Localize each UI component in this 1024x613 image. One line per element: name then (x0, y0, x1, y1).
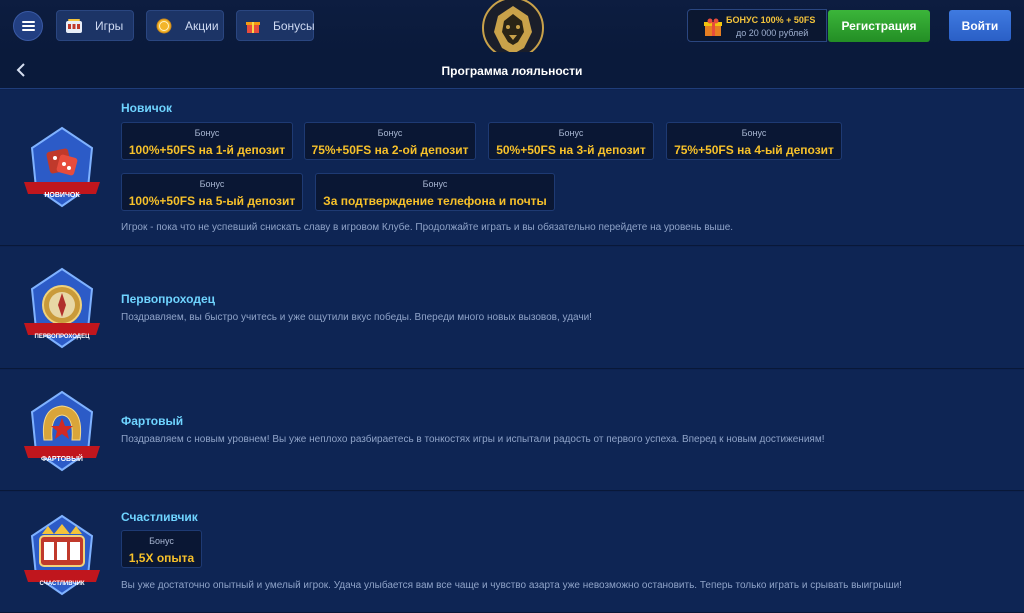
level-description: Поздравляем, вы быстро учитесь и уже ощу… (121, 312, 592, 323)
bonus-card-value: За подтверждение телефона и почты (323, 194, 547, 208)
bonus-card-label: Бонус (377, 128, 403, 138)
bonus-card-label: Бонус (741, 128, 767, 138)
level-name: Новичок (121, 101, 173, 115)
bonus-card: Бонус 100%+50FS на 1-й депозит (121, 122, 293, 160)
bonus-card: Бонус 100%+50FS на 5-ый депозит (121, 173, 303, 211)
gift-icon (245, 17, 261, 35)
bonus-card-value: 75%+50FS на 4-ый депозит (674, 143, 834, 157)
menu-button[interactable] (13, 11, 43, 41)
svg-text:ПЕРВОПРОХОДЕЦ: ПЕРВОПРОХОДЕЦ (35, 334, 91, 340)
bonus-promo-subtitle: до 20 000 рублей (736, 28, 809, 38)
gift-box-icon (702, 16, 724, 38)
nav-games-label: Игры (95, 18, 124, 33)
bonus-card-value: 75%+50FS на 2-ой депозит (311, 143, 469, 157)
bonus-card: Бонус 50%+50FS на 3-й депозит (488, 122, 654, 160)
bonus-card-label: Бонус (422, 179, 448, 189)
bonus-card-label: Бонус (199, 179, 225, 189)
schastlivchik-ribbon-label: СЧАСТЛИВЧИК (39, 581, 84, 587)
nav-promo-label: Акции (185, 18, 219, 33)
level-row-fartovy: ФАРТОВЫЙ Фартовый Поздравляем с новым ур… (0, 370, 1024, 491)
bonus-card: Бонус 75%+50FS на 4-ый депозит (666, 122, 842, 160)
bonus-card-label: Бонус (558, 128, 584, 138)
page-title-bar: Программа лояльности (0, 52, 1024, 89)
bonus-card-value: 100%+50FS на 5-ый депозит (128, 194, 296, 208)
bonus-card-value: 100%+50FS на 1-й депозит (128, 143, 286, 157)
bonus-card-value: 50%+50FS на 3-й депозит (496, 143, 646, 157)
bonus-card-label: Бонус (194, 128, 220, 138)
slot-machine-icon (65, 17, 83, 35)
page-title: Программа лояльности (441, 64, 583, 78)
coin-icon (155, 17, 173, 35)
hamburger-icon (21, 21, 35, 31)
level-name: Фартовый (121, 414, 184, 428)
level-description: Игрок - пока что не успевший снискать сл… (121, 222, 734, 233)
nav-promo-button[interactable]: Акции (146, 10, 224, 41)
nav-games-button[interactable]: Игры (56, 10, 134, 41)
level-name: Первопроходец (121, 292, 216, 306)
svg-text:СЧАСТЛИВЧИК: СЧАСТЛИВЧИК (39, 581, 84, 587)
level-description: Поздравляем с новым уровнем! Вы уже непл… (121, 434, 825, 445)
bonus-promo-title: БОНУС 100% + 50FS (726, 15, 816, 25)
bonus-card: Бонус 1,5X опыта (121, 530, 202, 568)
level-name: Счастливчик (121, 510, 198, 524)
bonus-card-label: Бонус (149, 536, 174, 546)
level-row-pervoprokhodets: ПЕРВОПРОХОДЕЦ Первопроходец Поздравляем,… (0, 247, 1024, 369)
top-header: Игры Акции Бонусы БОНУС 100% + 50FS до 2… (0, 0, 1024, 59)
svg-text:ФАРТОВЫЙ: ФАРТОВЫЙ (41, 454, 83, 463)
svg-text:НОВИЧОК: НОВИЧОК (44, 192, 80, 199)
novichok-ribbon-label: НОВИЧОК (44, 192, 80, 199)
bonus-card: Бонус 75%+50FS на 2-ой депозит (304, 122, 476, 160)
bonus-card-value: 1,5X опыта (128, 551, 195, 565)
bonus-card: Бонус За подтверждение телефона и почты (315, 173, 555, 211)
pervoprokhodets-ribbon-label: ПЕРВОПРОХОДЕЦ (35, 334, 91, 340)
nav-bonus-button[interactable]: Бонусы (236, 10, 315, 41)
bonus-promo-banner[interactable]: БОНУС 100% + 50FS до 20 000 рублей (687, 9, 827, 42)
level-description: Вы уже достаточно опытный и умелый игрок… (121, 580, 902, 591)
level-row-schastlivchik: СЧАСТЛИВЧИК Счастливчик Бонус 1,5X опыта… (0, 492, 1024, 613)
login-button[interactable]: Войти (949, 10, 1011, 41)
register-button[interactable]: Регистрация (828, 10, 930, 42)
fartovy-ribbon-label: ФАРТОВЫЙ (41, 454, 83, 463)
level-row-novichok: НОВИЧОК Новичок Бонус 100%+50FS на 1-й д… (0, 90, 1024, 246)
nav-bonus-label: Бонусы (273, 18, 315, 33)
